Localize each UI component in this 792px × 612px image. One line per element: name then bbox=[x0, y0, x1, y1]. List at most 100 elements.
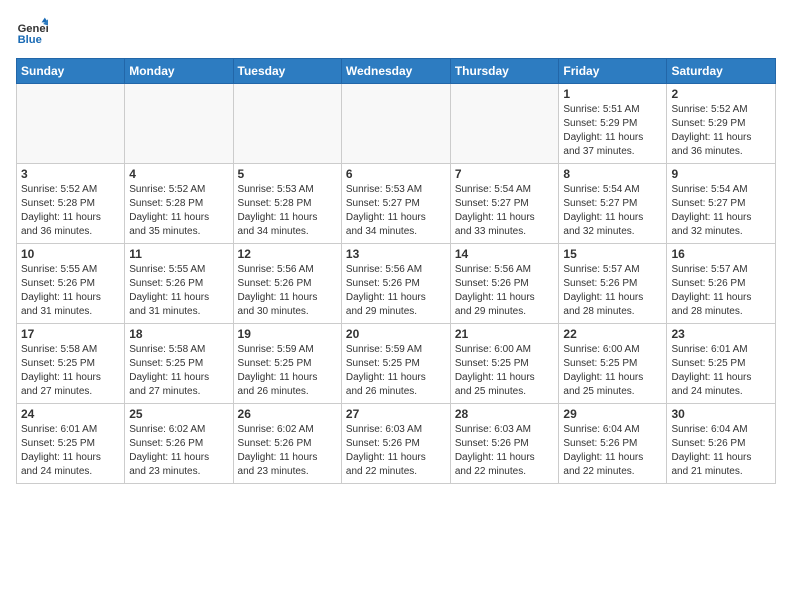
day-info: Sunrise: 5:58 AM Sunset: 5:25 PM Dayligh… bbox=[129, 343, 228, 399]
week-row-4: 17 Sunrise: 5:58 AM Sunset: 5:25 PM Dayli… bbox=[17, 324, 776, 404]
calendar-table: SundayMondayTuesdayWednesdayThursdayFrid… bbox=[16, 58, 776, 484]
calendar-cell: 20 Sunrise: 5:59 AM Sunset: 5:25 PM Dayli… bbox=[341, 324, 450, 404]
day-number: 13 bbox=[346, 247, 446, 261]
day-info: Sunrise: 5:53 AM Sunset: 5:27 PM Dayligh… bbox=[346, 183, 446, 239]
calendar-cell: 11Sunrise: 5:55 AM Sunset: 5:26 PM Dayli… bbox=[125, 244, 233, 324]
calendar-cell: 22 Sunrise: 6:00 AM Sunset: 5:25 PM Dayli… bbox=[559, 324, 667, 404]
calendar-cell: 3 Sunrise: 5:52 AM Sunset: 5:28 PM Daylig… bbox=[17, 164, 125, 244]
day-info: Sunrise: 5:56 AM Sunset: 5:26 PM Dayligh… bbox=[238, 263, 337, 319]
calendar-cell: 14Sunrise: 5:56 AM Sunset: 5:26 PM Dayli… bbox=[450, 244, 559, 324]
day-info: Sunrise: 5:54 AM Sunset: 5:27 PM Dayligh… bbox=[455, 183, 555, 239]
calendar-cell bbox=[125, 84, 233, 164]
day-number: 24 bbox=[21, 407, 120, 421]
weekday-header-tuesday: Tuesday bbox=[233, 59, 341, 84]
logo-icon: General Blue bbox=[16, 16, 48, 48]
day-number: 15 bbox=[563, 247, 662, 261]
calendar-cell: 24 Sunrise: 6:01 AM Sunset: 5:25 PM Dayli… bbox=[17, 404, 125, 484]
svg-text:General: General bbox=[18, 23, 48, 35]
calendar-cell: 7 Sunrise: 5:54 AM Sunset: 5:27 PM Daylig… bbox=[450, 164, 559, 244]
day-number: 10 bbox=[21, 247, 120, 261]
day-number: 3 bbox=[21, 167, 120, 181]
calendar-cell: 12Sunrise: 5:56 AM Sunset: 5:26 PM Dayli… bbox=[233, 244, 341, 324]
day-info: Sunrise: 6:01 AM Sunset: 5:25 PM Dayligh… bbox=[21, 423, 120, 479]
logo: General Blue bbox=[16, 16, 52, 48]
day-number: 6 bbox=[346, 167, 446, 181]
svg-text:Blue: Blue bbox=[18, 34, 42, 46]
calendar-cell: 5 Sunrise: 5:53 AM Sunset: 5:28 PM Daylig… bbox=[233, 164, 341, 244]
calendar-cell: 27 Sunrise: 6:03 AM Sunset: 5:26 PM Dayli… bbox=[341, 404, 450, 484]
day-number: 21 bbox=[455, 327, 555, 341]
week-row-3: 10 Sunrise: 5:55 AM Sunset: 5:26 PM Dayli… bbox=[17, 244, 776, 324]
day-info: Sunrise: 6:00 AM Sunset: 5:25 PM Dayligh… bbox=[563, 343, 662, 399]
day-number: 30 bbox=[671, 407, 771, 421]
week-row-2: 3 Sunrise: 5:52 AM Sunset: 5:28 PM Daylig… bbox=[17, 164, 776, 244]
day-info: Sunrise: 6:03 AM Sunset: 5:26 PM Dayligh… bbox=[455, 423, 555, 479]
weekday-header-friday: Friday bbox=[559, 59, 667, 84]
day-number: 7 bbox=[455, 167, 555, 181]
calendar-cell: 6 Sunrise: 5:53 AM Sunset: 5:27 PM Daylig… bbox=[341, 164, 450, 244]
day-info: Sunrise: 5:52 AM Sunset: 5:28 PM Dayligh… bbox=[21, 183, 120, 239]
day-number: 16 bbox=[671, 247, 771, 261]
day-info: Sunrise: 5:52 AM Sunset: 5:29 PM Dayligh… bbox=[671, 103, 771, 159]
weekday-header-wednesday: Wednesday bbox=[341, 59, 450, 84]
day-info: Sunrise: 6:01 AM Sunset: 5:25 PM Dayligh… bbox=[671, 343, 771, 399]
day-number: 17 bbox=[21, 327, 120, 341]
calendar-cell: 13 Sunrise: 5:56 AM Sunset: 5:26 PM Dayli… bbox=[341, 244, 450, 324]
day-info: Sunrise: 5:56 AM Sunset: 5:26 PM Dayligh… bbox=[346, 263, 446, 319]
calendar-cell: 4Sunrise: 5:52 AM Sunset: 5:28 PM Daylig… bbox=[125, 164, 233, 244]
day-info: Sunrise: 6:04 AM Sunset: 5:26 PM Dayligh… bbox=[671, 423, 771, 479]
week-row-5: 24 Sunrise: 6:01 AM Sunset: 5:25 PM Dayli… bbox=[17, 404, 776, 484]
calendar-cell: 25Sunrise: 6:02 AM Sunset: 5:26 PM Dayli… bbox=[125, 404, 233, 484]
calendar-cell: 28Sunrise: 6:03 AM Sunset: 5:26 PM Dayli… bbox=[450, 404, 559, 484]
calendar-cell bbox=[17, 84, 125, 164]
day-info: Sunrise: 5:57 AM Sunset: 5:26 PM Dayligh… bbox=[563, 263, 662, 319]
day-number: 25 bbox=[129, 407, 228, 421]
calendar-body: 1Sunrise: 5:51 AM Sunset: 5:29 PM Daylig… bbox=[17, 84, 776, 484]
day-number: 5 bbox=[238, 167, 337, 181]
day-info: Sunrise: 5:58 AM Sunset: 5:25 PM Dayligh… bbox=[21, 343, 120, 399]
day-number: 4 bbox=[129, 167, 228, 181]
header: General Blue bbox=[16, 16, 776, 48]
day-number: 26 bbox=[238, 407, 337, 421]
calendar-cell bbox=[450, 84, 559, 164]
calendar-header: SundayMondayTuesdayWednesdayThursdayFrid… bbox=[17, 59, 776, 84]
weekday-row: SundayMondayTuesdayWednesdayThursdayFrid… bbox=[17, 59, 776, 84]
day-info: Sunrise: 5:55 AM Sunset: 5:26 PM Dayligh… bbox=[21, 263, 120, 319]
calendar-cell bbox=[341, 84, 450, 164]
day-number: 19 bbox=[238, 327, 337, 341]
day-info: Sunrise: 6:00 AM Sunset: 5:25 PM Dayligh… bbox=[455, 343, 555, 399]
day-info: Sunrise: 5:56 AM Sunset: 5:26 PM Dayligh… bbox=[455, 263, 555, 319]
calendar-cell: 9 Sunrise: 5:54 AM Sunset: 5:27 PM Daylig… bbox=[667, 164, 776, 244]
calendar-cell: 17 Sunrise: 5:58 AM Sunset: 5:25 PM Dayli… bbox=[17, 324, 125, 404]
day-info: Sunrise: 5:54 AM Sunset: 5:27 PM Dayligh… bbox=[671, 183, 771, 239]
day-number: 29 bbox=[563, 407, 662, 421]
calendar-cell: 2Sunrise: 5:52 AM Sunset: 5:29 PM Daylig… bbox=[667, 84, 776, 164]
calendar-cell: 29Sunrise: 6:04 AM Sunset: 5:26 PM Dayli… bbox=[559, 404, 667, 484]
weekday-header-monday: Monday bbox=[125, 59, 233, 84]
calendar-cell: 19 Sunrise: 5:59 AM Sunset: 5:25 PM Dayli… bbox=[233, 324, 341, 404]
day-info: Sunrise: 6:03 AM Sunset: 5:26 PM Dayligh… bbox=[346, 423, 446, 479]
day-info: Sunrise: 5:54 AM Sunset: 5:27 PM Dayligh… bbox=[563, 183, 662, 239]
day-number: 20 bbox=[346, 327, 446, 341]
weekday-header-saturday: Saturday bbox=[667, 59, 776, 84]
day-info: Sunrise: 5:55 AM Sunset: 5:26 PM Dayligh… bbox=[129, 263, 228, 319]
day-number: 27 bbox=[346, 407, 446, 421]
calendar-cell: 8 Sunrise: 5:54 AM Sunset: 5:27 PM Daylig… bbox=[559, 164, 667, 244]
page: General Blue SundayMondayTuesdayWednesda… bbox=[0, 0, 792, 500]
day-number: 9 bbox=[671, 167, 771, 181]
calendar-cell: 23Sunrise: 6:01 AM Sunset: 5:25 PM Dayli… bbox=[667, 324, 776, 404]
day-info: Sunrise: 5:59 AM Sunset: 5:25 PM Dayligh… bbox=[346, 343, 446, 399]
day-info: Sunrise: 5:59 AM Sunset: 5:25 PM Dayligh… bbox=[238, 343, 337, 399]
day-number: 22 bbox=[563, 327, 662, 341]
day-info: Sunrise: 6:02 AM Sunset: 5:26 PM Dayligh… bbox=[238, 423, 337, 479]
day-number: 8 bbox=[563, 167, 662, 181]
calendar-cell: 10 Sunrise: 5:55 AM Sunset: 5:26 PM Dayli… bbox=[17, 244, 125, 324]
weekday-header-thursday: Thursday bbox=[450, 59, 559, 84]
day-info: Sunrise: 5:53 AM Sunset: 5:28 PM Dayligh… bbox=[238, 183, 337, 239]
day-info: Sunrise: 5:51 AM Sunset: 5:29 PM Dayligh… bbox=[563, 103, 662, 159]
calendar-cell: 1Sunrise: 5:51 AM Sunset: 5:29 PM Daylig… bbox=[559, 84, 667, 164]
calendar-cell: 16 Sunrise: 5:57 AM Sunset: 5:26 PM Dayli… bbox=[667, 244, 776, 324]
weekday-header-sunday: Sunday bbox=[17, 59, 125, 84]
day-info: Sunrise: 5:57 AM Sunset: 5:26 PM Dayligh… bbox=[671, 263, 771, 319]
day-number: 18 bbox=[129, 327, 228, 341]
